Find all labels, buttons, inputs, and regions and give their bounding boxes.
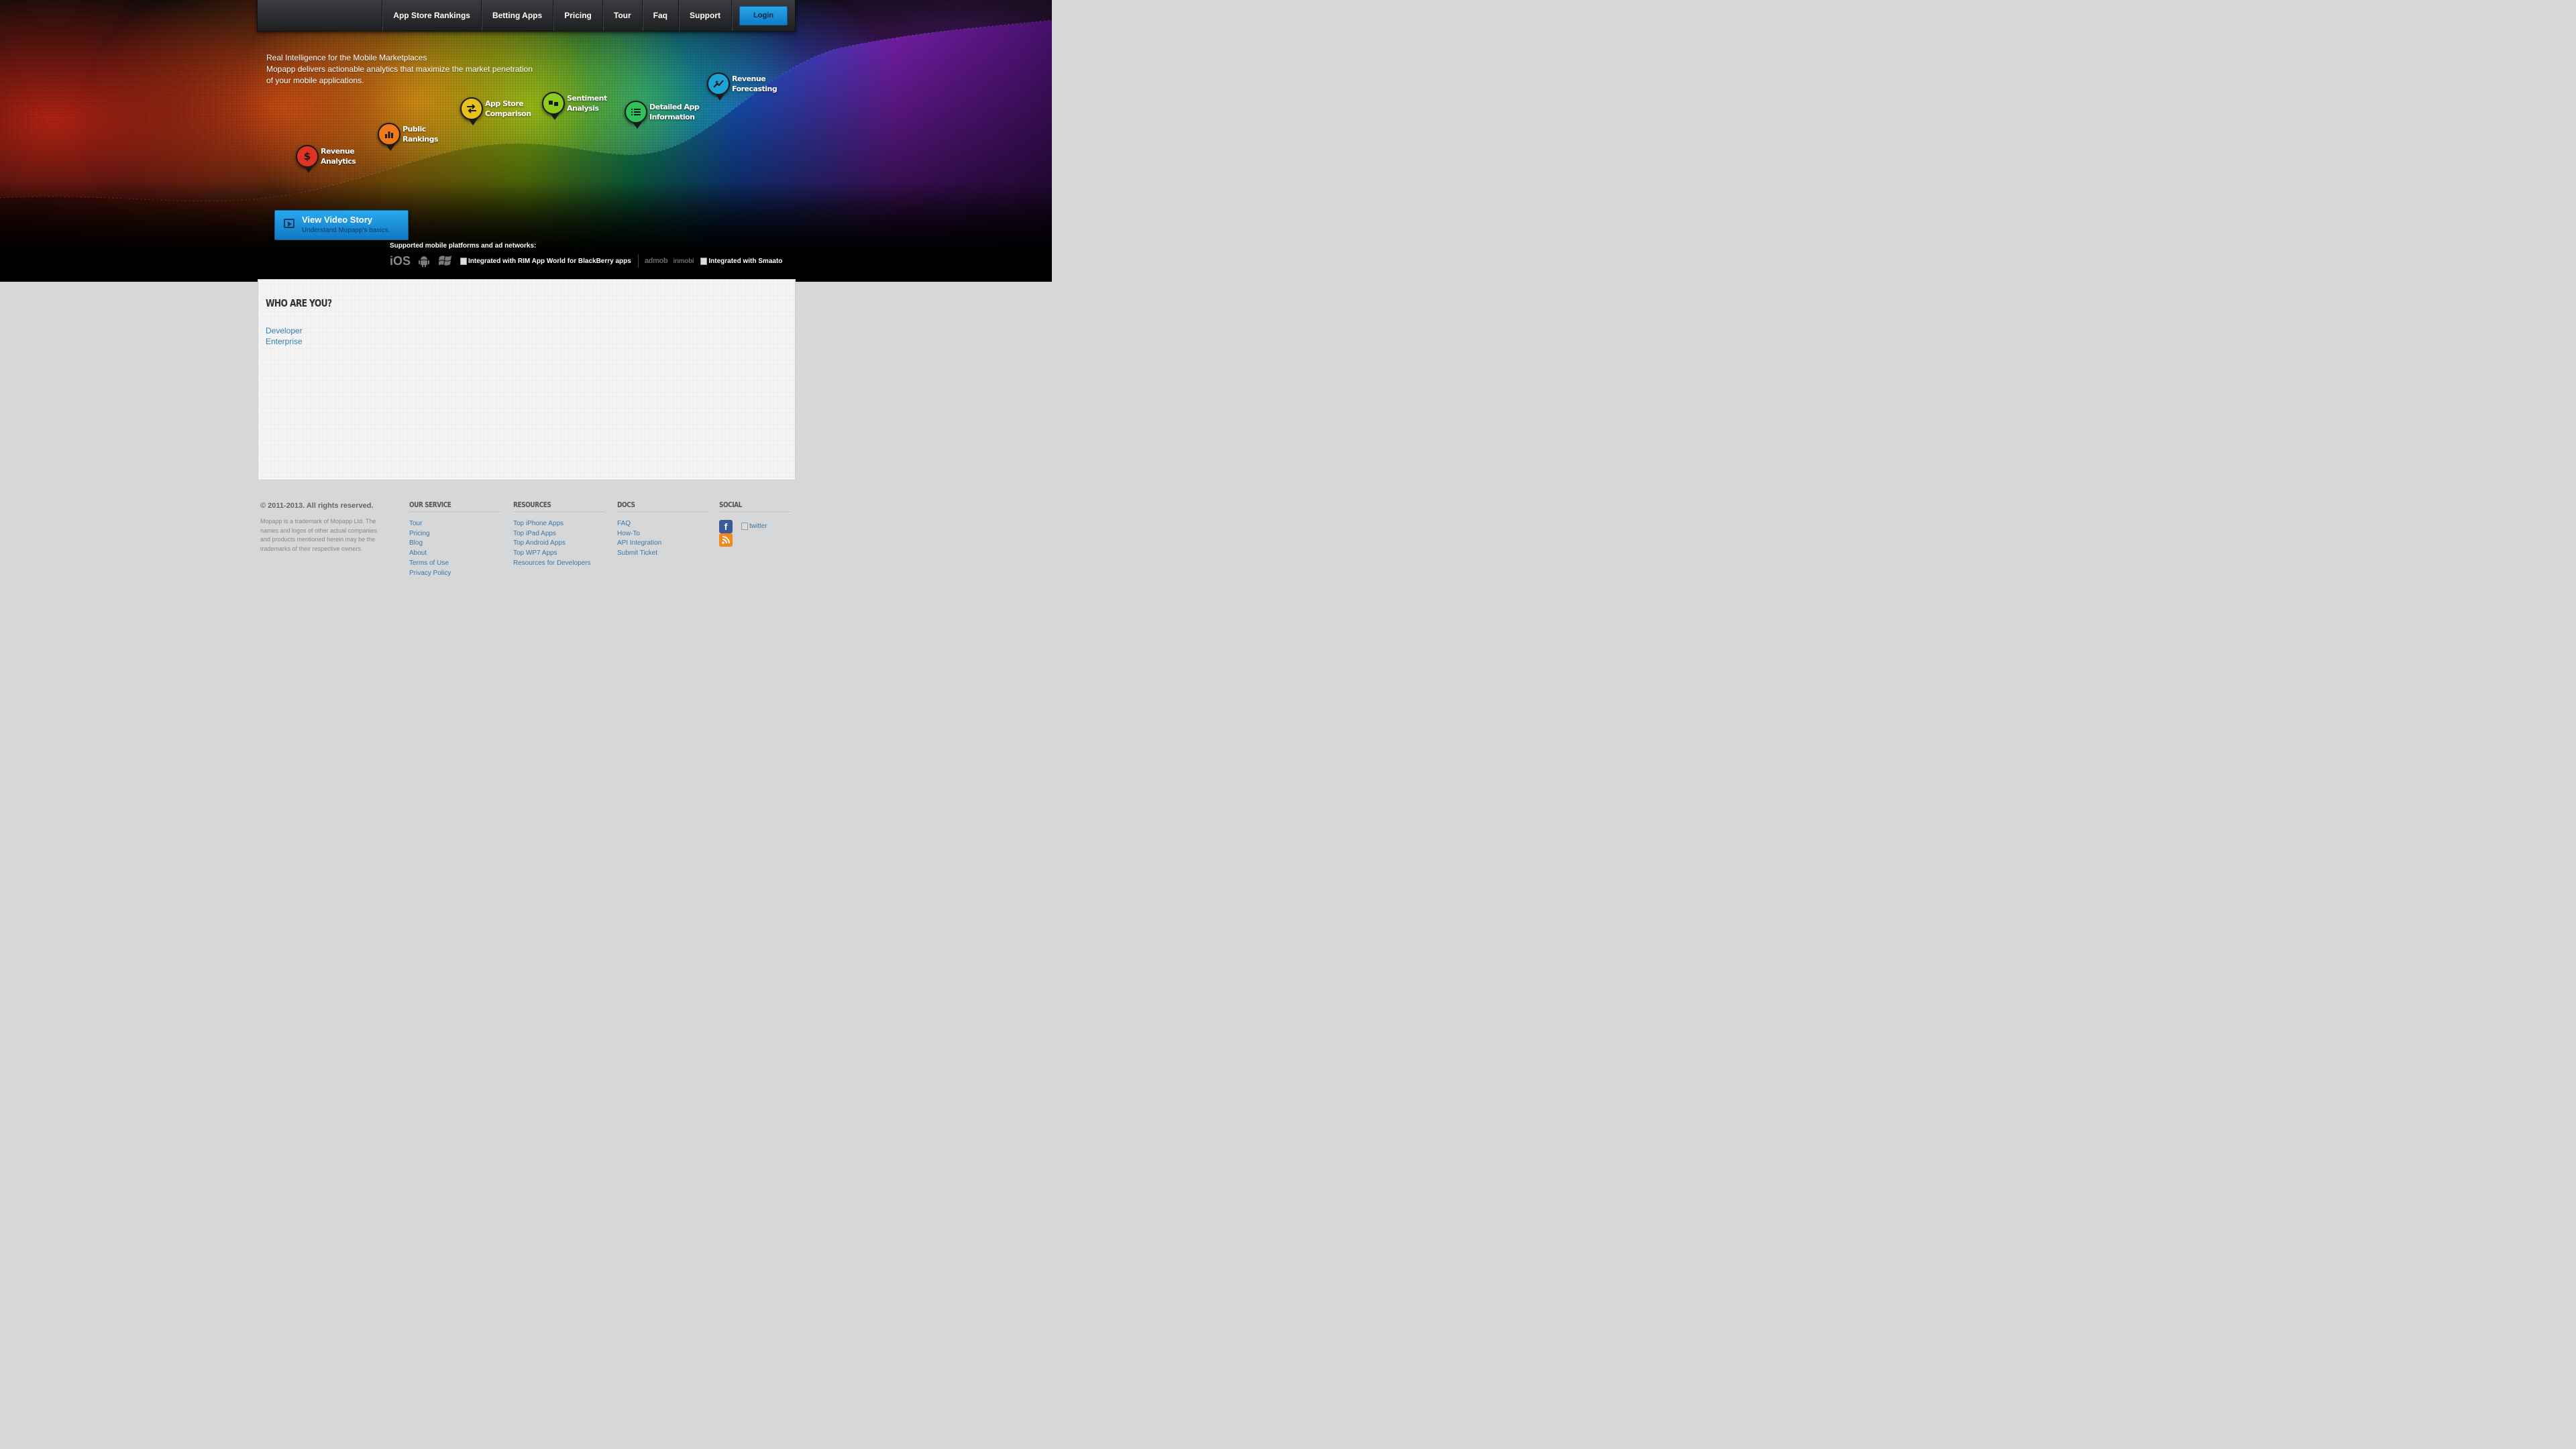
who-are-you-heading: WHO ARE YOU?	[266, 297, 332, 309]
facebook-icon[interactable]: f	[719, 520, 733, 533]
footer-column-social: SOCIAL	[719, 500, 792, 519]
platforms-row: iOS Integrated with RIM App World for Bl…	[390, 254, 782, 268]
footer-link-top-android-apps[interactable]: Top Android Apps	[513, 539, 604, 549]
footer-link-resources-for-developers[interactable]: Resources for Developers	[513, 559, 604, 569]
footer-column-title: DOCS	[617, 500, 635, 509]
footer-copyright: © 2011-2013. All rights reserved.	[260, 502, 374, 510]
footer-column-rule	[719, 512, 792, 513]
footer-link-top-ipad-apps[interactable]: Top iPad Apps	[513, 529, 604, 539]
developer-link[interactable]: Developer	[266, 326, 303, 335]
feature-label: Revenue Forecasting	[732, 74, 777, 93]
ios-logo: iOS	[390, 254, 411, 268]
swap-arrows-icon	[460, 97, 483, 125]
footer-link-terms-of-use[interactable]: Terms of Use	[409, 559, 500, 569]
enterprise-link[interactable]: Enterprise	[266, 337, 303, 346]
bar-chart-icon	[378, 123, 400, 151]
broken-image-icon	[700, 257, 708, 265]
broken-image-icon	[741, 523, 748, 530]
footer-link-about[interactable]: About	[409, 549, 500, 559]
nav-items: App Store Rankings Betting Apps Pricing …	[382, 0, 795, 31]
nav-item-support[interactable]: Support	[678, 0, 731, 31]
platforms-divider	[637, 254, 639, 268]
nav-item-pricing[interactable]: Pricing	[553, 0, 602, 31]
footer-column-rule	[513, 512, 604, 513]
inmobi-logo: inmobi	[673, 257, 694, 265]
rss-icon[interactable]	[719, 533, 733, 547]
forecast-icon: $	[707, 72, 730, 101]
footer-column-title: RESOURCES	[513, 500, 551, 509]
play-video-icon	[284, 219, 294, 228]
footer-column-rule	[409, 512, 500, 513]
android-icon	[419, 255, 430, 267]
footer-link-api-integration[interactable]: API Integration	[617, 539, 708, 549]
smaato-integration-alt: Integrated with Smaato	[708, 257, 783, 265]
smaato-integration-image: Integrated with Smaato	[700, 257, 783, 265]
dollar-icon: $	[296, 145, 319, 173]
footer-column-title: OUR SERVICE	[409, 500, 451, 509]
blackberry-integration-image: Integrated with RIM App World for BlackB…	[460, 257, 631, 265]
twitter-alt-text: twitter	[749, 523, 767, 530]
nav-item-faq[interactable]: Faq	[641, 0, 678, 31]
footer-link-submit-ticket[interactable]: Submit Ticket	[617, 549, 708, 559]
nav-item-tour[interactable]: Tour	[602, 0, 642, 31]
feature-pin-revenue-forecasting[interactable]: $ Revenue Forecasting	[707, 72, 821, 113]
footer-link-tour[interactable]: Tour	[409, 519, 500, 529]
svg-text:$: $	[715, 80, 719, 86]
hero-banner	[0, 0, 1052, 282]
view-video-story-button[interactable]: View Video Story Understand Mopapp's bas…	[274, 210, 409, 240]
blackberry-integration-alt: Integrated with RIM App World for BlackB…	[468, 257, 631, 265]
video-button-subtitle: Understand Mopapp's basics.	[302, 227, 390, 234]
footer-link-top-iphone-apps[interactable]: Top iPhone Apps	[513, 519, 604, 529]
footer-link-faq[interactable]: FAQ	[617, 519, 708, 529]
hero-description: Mopapp delivers actionable analytics tha…	[266, 64, 533, 85]
footer-link-privacy-policy[interactable]: Privacy Policy	[409, 569, 500, 579]
footer-link-blog[interactable]: Blog	[409, 539, 500, 549]
login-button[interactable]: Login	[739, 5, 788, 25]
thumbs-icon	[542, 92, 565, 120]
footer-link-pricing[interactable]: Pricing	[409, 529, 500, 539]
footer-column-rule	[617, 512, 708, 513]
top-navigation: App Store Rankings Betting Apps Pricing …	[257, 0, 796, 32]
list-icon	[625, 101, 647, 129]
twitter-link[interactable]: twitter	[741, 523, 767, 530]
main-content-panel: WHO ARE YOU? Developer Enterprise	[258, 279, 796, 480]
hero-intro: Real Intelligence for the Mobile Marketp…	[266, 52, 541, 87]
nav-item-app-store-rankings[interactable]: App Store Rankings	[382, 0, 481, 31]
footer-column-docs: DOCS FAQ How-To API Integration Submit T…	[617, 500, 708, 559]
windows-phone-icon	[438, 255, 452, 267]
footer-column-our-service: OUR SERVICE Tour Pricing Blog About Term…	[409, 500, 500, 578]
login-container: Login	[731, 0, 795, 31]
video-button-title: View Video Story	[302, 215, 373, 225]
broken-image-icon	[460, 257, 468, 265]
footer-link-how-to[interactable]: How-To	[617, 529, 708, 539]
footer-column-resources: RESOURCES Top iPhone Apps Top iPad Apps …	[513, 500, 604, 569]
footer-legal-text: Mopapp is a trademark of Mopapp Ltd. The…	[260, 518, 378, 552]
platforms-label: Supported mobile platforms and ad networ…	[390, 242, 537, 250]
footer-column-title: SOCIAL	[719, 500, 742, 509]
hero-headline: Real Intelligence for the Mobile Marketp…	[266, 53, 427, 62]
nav-item-betting-apps[interactable]: Betting Apps	[480, 0, 553, 31]
admob-logo: admob	[644, 257, 668, 265]
footer-link-top-wp7-apps[interactable]: Top WP7 Apps	[513, 549, 604, 559]
